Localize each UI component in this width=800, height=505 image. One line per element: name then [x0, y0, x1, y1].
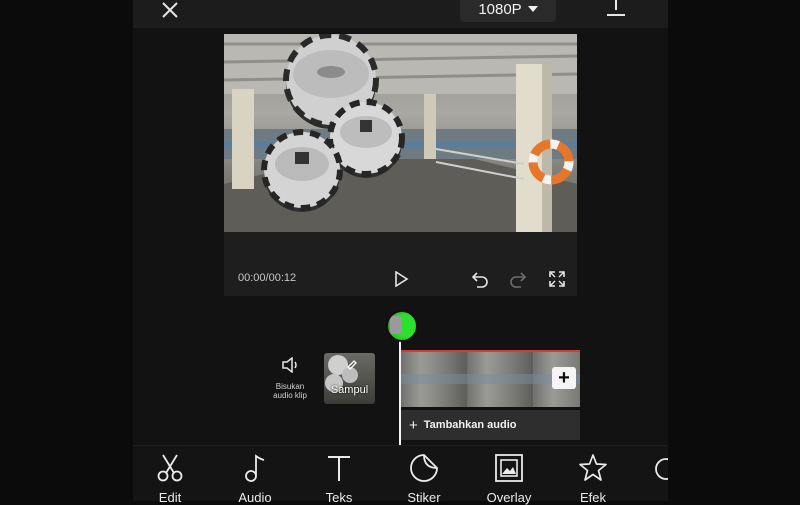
cover-button[interactable]: Sampul [324, 353, 375, 404]
playhead-line[interactable] [399, 325, 401, 445]
tool-edit[interactable]: Edit [135, 452, 205, 505]
tool-sticker[interactable]: Stiker [389, 452, 459, 505]
add-audio-label: Tambahkan audio [423, 419, 517, 431]
overlay-icon [495, 454, 523, 482]
video-preview-panel: 00:00/00:12 [224, 34, 577, 296]
gear-sticker-medium [327, 99, 405, 178]
speaker-icon [282, 356, 297, 374]
video-editor-app: 1080P 00:00/00:12 Bisukan audio klip Sam… [133, 0, 668, 505]
partial-tool-icon [655, 458, 668, 480]
play-icon [395, 271, 409, 287]
plus-icon: + [558, 366, 570, 389]
undo-icon [471, 272, 488, 288]
music-note-icon [245, 454, 265, 482]
bottom-toolbar: Edit Audio Teks Stiker Overlay Efek [133, 445, 668, 505]
star-icon [579, 454, 607, 481]
timeline: Bisukan audio klip Sampul + + Tambahkan … [133, 305, 668, 445]
playhead-thumbnail [390, 316, 402, 334]
parking-garage-scene [224, 34, 577, 232]
plus-icon: + [409, 416, 418, 434]
cover-label: Sampul [330, 384, 369, 396]
tool-text[interactable]: Teks [304, 452, 374, 505]
tool-audio[interactable]: Audio [220, 452, 290, 505]
playback-controls: 00:00/00:12 [224, 266, 577, 290]
resolution-dropdown[interactable]: 1080P [460, 0, 556, 22]
top-bar: 1080P [133, 0, 668, 28]
caret-down-icon [527, 6, 538, 12]
resolution-label: 1080P [478, 0, 522, 18]
export-icon [607, 0, 625, 16]
text-icon [328, 456, 350, 481]
video-frame[interactable] [224, 34, 577, 232]
undo-button[interactable] [469, 268, 491, 290]
scissors-icon [157, 454, 183, 482]
mute-label: Bisukan audio klip [273, 382, 307, 400]
play-button[interactable] [390, 268, 412, 290]
gear-sticker-small [261, 129, 343, 212]
timecode: 00:00/00:12 [238, 272, 297, 284]
tool-effects[interactable]: Efek [558, 452, 628, 505]
redo-icon [510, 272, 527, 288]
add-audio-button[interactable]: + Tambahkan audio [401, 410, 580, 440]
cover-thumbnail [325, 355, 358, 392]
tool-overlay[interactable]: Overlay [474, 452, 544, 505]
export-button[interactable] [601, 0, 631, 22]
close-icon [162, 2, 178, 18]
close-button[interactable] [155, 0, 185, 23]
redo-button[interactable] [507, 268, 529, 290]
add-clip-button[interactable]: + [552, 367, 576, 389]
mute-clip-audio-button[interactable]: Bisukan audio klip [265, 356, 315, 407]
tool-more-partial[interactable] [638, 452, 668, 484]
fullscreen-button[interactable] [546, 268, 568, 290]
fullscreen-icon [549, 271, 565, 287]
sticker-icon [410, 454, 438, 482]
playhead-handle[interactable] [386, 310, 418, 342]
